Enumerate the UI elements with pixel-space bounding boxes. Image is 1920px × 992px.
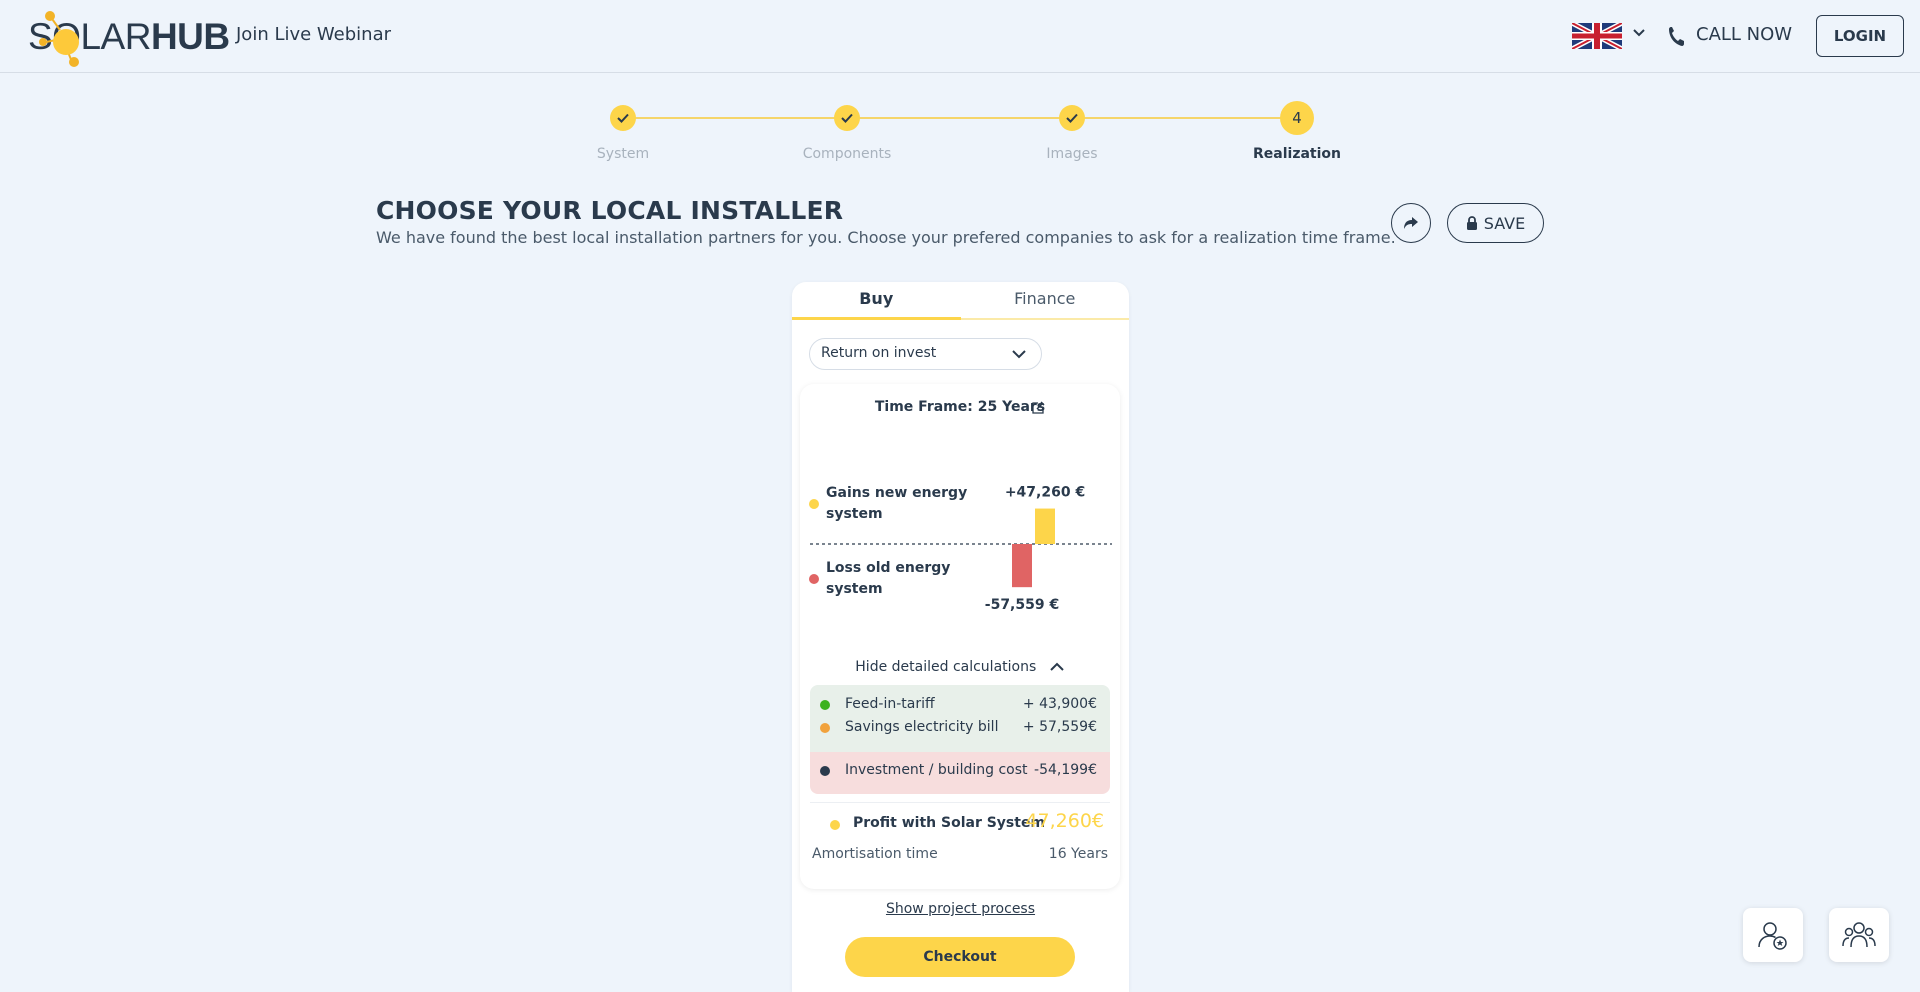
uk-flag-icon[interactable] [1572, 23, 1622, 49]
group-icon [1842, 922, 1876, 948]
time-frame-label: Time Frame: 25 Years [874, 399, 1046, 415]
profit-row: Profit with Solar System 47,260€ [800, 809, 1120, 839]
bar-loss [1012, 544, 1032, 588]
calc-value: + 43,900€ [1022, 696, 1097, 712]
calc-row-savings: Savings electricity bill + 57,559€ [810, 717, 1110, 739]
costs-breakdown: Investment / building cost -54,199€ [810, 752, 1110, 794]
page-title: CHOOSE YOUR LOCAL INSTALLER [376, 196, 844, 225]
gains-breakdown: Feed-in-tariff + 43,900€ Savings electri… [810, 685, 1110, 752]
profitability-card: Buy Finance Return on invest Time Frame:… [792, 282, 1129, 992]
phone-icon[interactable] [1668, 25, 1686, 47]
user-star-icon [1758, 922, 1787, 950]
step-connector [1072, 117, 1297, 119]
show-project-process-link[interactable]: Show project process [792, 901, 1129, 917]
savings-dot [820, 723, 830, 733]
legend-label: system [826, 581, 883, 597]
step-label-components[interactable]: Components [803, 146, 892, 162]
step-label-images[interactable]: Images [1046, 146, 1097, 162]
edit-icon[interactable] [1031, 401, 1045, 415]
view-select-dropdown[interactable]: Return on invest [809, 338, 1042, 370]
tab-finance[interactable]: Finance [961, 282, 1130, 318]
hide-calc-label: Hide detailed calculations [855, 659, 1037, 675]
legend-label: Gains new energy [826, 485, 967, 501]
step-2-done-indicator[interactable] [834, 105, 860, 131]
step-1-done-indicator[interactable] [610, 105, 636, 131]
checkout-button[interactable]: Checkout [845, 937, 1075, 977]
profit-value: 47,260€ [1025, 810, 1104, 832]
step-label-system[interactable]: System [597, 146, 649, 162]
legend-dot-gains [809, 499, 819, 509]
checkmark-icon [841, 113, 853, 123]
top-header: SOLARHUB Join Live Webinar CALL NOW LOGI… [0, 0, 1920, 73]
step-connector [623, 117, 847, 119]
step-connector [847, 117, 1072, 119]
legend-dot-loss [809, 574, 819, 584]
divider [810, 802, 1110, 803]
calc-label: Feed-in-tariff [845, 696, 935, 712]
tab-buy[interactable]: Buy [792, 282, 961, 320]
dropdown-selected-value: Return on invest [821, 345, 937, 361]
payment-tabs: Buy Finance [792, 282, 1129, 320]
calc-label: Savings electricity bill [845, 719, 999, 735]
chevron-down-icon [1012, 350, 1026, 359]
calc-value: -54,199€ [1034, 762, 1097, 778]
step-3-done-indicator[interactable] [1059, 105, 1085, 131]
amortisation-value: 16 Years [1048, 846, 1108, 862]
profit-label: Profit with Solar System [853, 815, 1046, 831]
solarhub-logo[interactable]: SOLARHUB [28, 6, 230, 68]
calc-label: Investment / building cost [845, 762, 1028, 778]
logo-text-hub: HUB [150, 16, 230, 57]
data-label-gains: +47,260 € [1005, 485, 1085, 501]
language-chevron-down-icon[interactable] [1632, 26, 1646, 40]
step-4-current-indicator[interactable]: 4 [1280, 101, 1314, 135]
roi-bar-chart: +47,260 € Gains new energy system -57,559 €… [809, 485, 1112, 613]
profit-dot [830, 820, 840, 830]
legend-label: system [826, 506, 883, 522]
bar-gains [1035, 508, 1055, 544]
legend-label: Loss old energy [826, 560, 950, 576]
login-button[interactable]: LOGIN [1816, 15, 1904, 57]
sun-logo-icon [39, 11, 79, 67]
amortisation-label: Amortisation time [812, 846, 938, 862]
share-arrow-icon [1404, 217, 1418, 229]
calc-row-investment: Investment / building cost -54,199€ [810, 760, 1110, 782]
join-webinar-link[interactable]: Join Live Webinar [236, 24, 391, 45]
chevron-up-icon [1050, 662, 1064, 671]
call-now-link[interactable]: CALL NOW [1696, 24, 1792, 45]
roi-panel: Time Frame: 25 Years +47,260 € Gains new … [800, 384, 1120, 889]
community-button[interactable] [1829, 908, 1889, 962]
checkmark-icon [1066, 113, 1078, 123]
progress-stepper: 4 System Components Images Realization [0, 96, 1920, 166]
calc-row-feed-in-tariff: Feed-in-tariff + 43,900€ [810, 694, 1110, 716]
share-button[interactable] [1391, 203, 1431, 243]
step-label-realization[interactable]: Realization [1253, 146, 1341, 162]
investment-dot [820, 766, 830, 776]
feed-in-dot [820, 700, 830, 710]
checkmark-icon [617, 113, 629, 123]
installer-profile-button[interactable] [1743, 908, 1803, 962]
page-subtitle: We have found the best local installatio… [376, 228, 1396, 247]
calc-value: + 57,559€ [1022, 719, 1097, 735]
amortisation-row: Amortisation time 16 Years [800, 846, 1120, 866]
hide-calculations-toggle[interactable]: Hide detailed calculations [800, 659, 1120, 675]
lock-icon [1466, 215, 1477, 230]
save-button[interactable]: SAVE [1447, 203, 1544, 243]
save-button-label: SAVE [1483, 213, 1526, 233]
data-label-loss: -57,559 € [985, 597, 1059, 613]
